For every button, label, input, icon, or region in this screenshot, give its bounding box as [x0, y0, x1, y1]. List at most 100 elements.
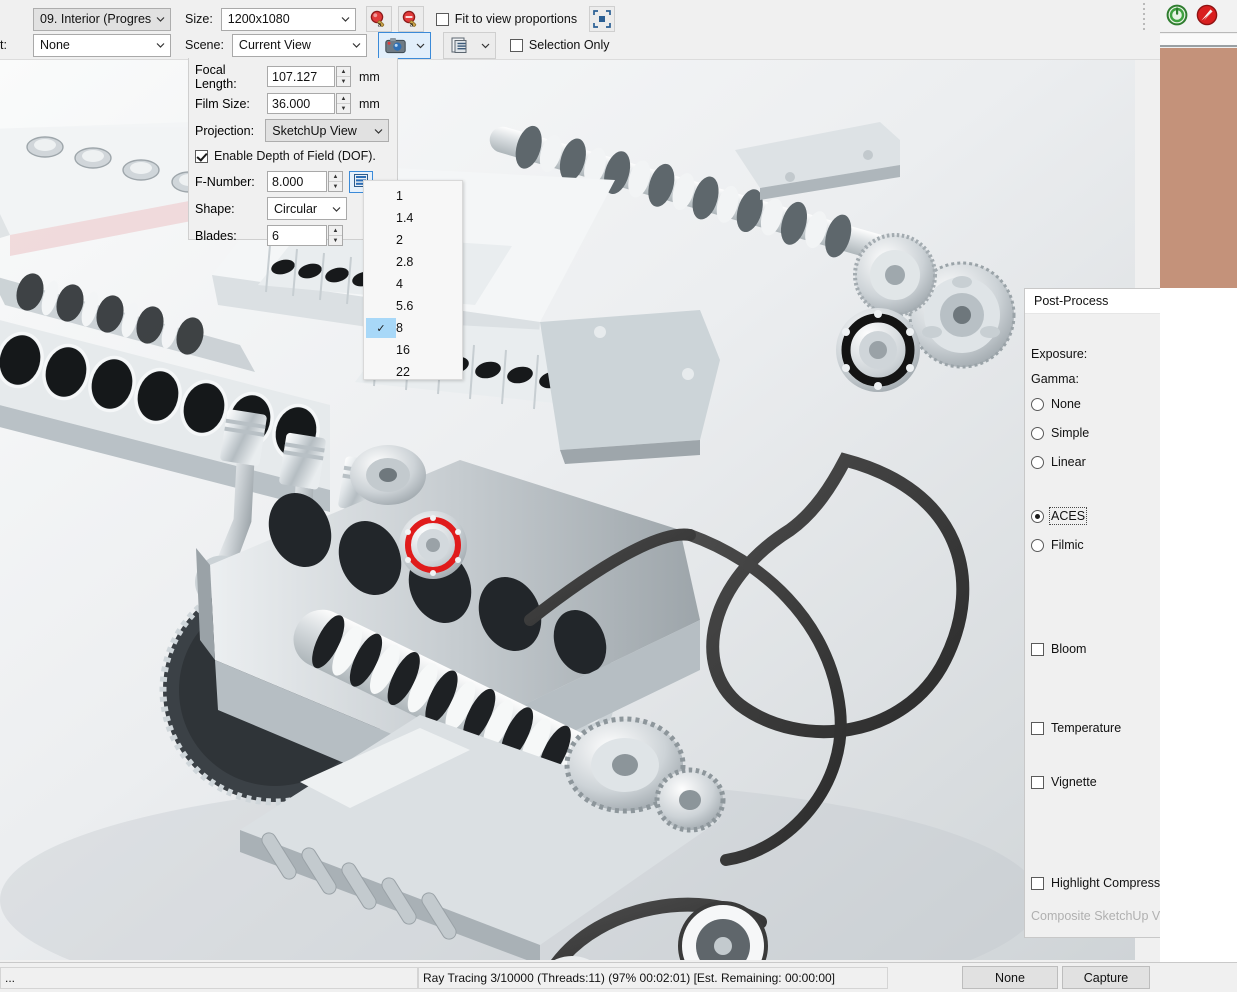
shape-value: Circular	[274, 201, 318, 216]
stepper-down-icon[interactable]: ▼	[329, 236, 342, 245]
highlight-compression-checkbox[interactable]: Highlight Compression	[1031, 876, 1177, 890]
rendered-image	[0, 60, 1135, 960]
render-toolbar: 09. Interior (Progres Size: 1200x1080 a	[0, 0, 1160, 60]
scene-label: Scene:	[185, 38, 224, 52]
selection-only-checkbox[interactable]: Selection Only	[509, 38, 610, 52]
blades-input[interactable]: 6	[267, 225, 327, 246]
radio-box	[1031, 397, 1044, 411]
svg-text:a: a	[378, 21, 382, 28]
projection-value: SketchUp View	[272, 123, 357, 138]
capture-button[interactable]: Capture	[1062, 966, 1150, 989]
checkbox-box	[509, 38, 523, 52]
option-marker	[366, 252, 396, 272]
bloom-checkbox[interactable]: Bloom	[1031, 642, 1086, 656]
projection-dropdown[interactable]: SketchUp View	[265, 119, 389, 142]
option-marker	[366, 230, 396, 250]
background-window-body	[1160, 288, 1237, 992]
shape-label: Shape:	[195, 201, 235, 216]
tonemap-radio-aces[interactable]: ACES	[1031, 507, 1088, 525]
channel-dropdown-value: None	[40, 38, 70, 52]
fit-to-view-checkbox[interactable]: Fit to view proportions	[435, 12, 577, 26]
fnumber-option[interactable]: 22	[364, 361, 462, 383]
stepper-up-icon[interactable]: ▲	[337, 94, 350, 104]
fnumber-option[interactable]: 16	[364, 339, 462, 361]
power-on-icon[interactable]	[1166, 4, 1188, 29]
projection-row: Projection: SketchUp View	[195, 118, 389, 143]
vignette-checkbox[interactable]: Vignette	[1031, 775, 1097, 789]
blades-row: Blades: 6 ▲ ▼	[195, 223, 389, 248]
fnumber-dropdown-list[interactable]: 1 1.4 2 2.8 4 5.6 ✓ 8 16 22	[363, 180, 463, 380]
render-camera-button[interactable]	[377, 31, 431, 59]
film-size-label: Film Size:	[195, 96, 250, 111]
stepper-down-icon[interactable]: ▼	[337, 77, 350, 86]
capture-label: Capture	[1083, 970, 1129, 985]
stepper-up-icon[interactable]: ▲	[337, 67, 350, 77]
fnumber-option-label: 22	[396, 365, 410, 379]
status-left-cell: ...	[0, 967, 418, 989]
status-post-process-button[interactable]: None	[962, 966, 1058, 989]
focal-length-input[interactable]: 107.127	[267, 66, 335, 87]
stepper-down-icon[interactable]: ▼	[329, 182, 342, 191]
fnumber-stepper[interactable]: ▲ ▼	[328, 171, 343, 192]
fnumber-input[interactable]: 8.000	[267, 171, 327, 192]
selection-only-label: Selection Only	[528, 38, 610, 52]
stop-render-icon[interactable]	[1196, 4, 1218, 29]
zoom-in-icon[interactable]: a	[365, 6, 392, 32]
fnumber-option[interactable]: 4	[364, 273, 462, 295]
tonemap-radio-simple[interactable]: Simple	[1031, 426, 1089, 440]
channel-dropdown[interactable]: None	[33, 33, 171, 57]
focal-length-unit: mm	[359, 69, 380, 84]
background-window-strip	[1160, 0, 1237, 992]
blades-stepper[interactable]: ▲ ▼	[328, 225, 343, 246]
fnumber-option[interactable]: 2	[364, 229, 462, 251]
render-progress-text: Ray Tracing 3/10000 (Threads:11) (97% 00…	[423, 971, 836, 985]
film-size-input[interactable]: 36.000	[267, 93, 335, 114]
status-bar: ... Ray Tracing 3/10000 (Threads:11) (97…	[0, 962, 1237, 992]
option-marker	[366, 208, 396, 228]
fnumber-value: 8.000	[272, 174, 304, 189]
batch-render-icon	[444, 33, 477, 58]
svg-text:a: a	[410, 21, 414, 28]
stepper-up-icon[interactable]: ▲	[329, 226, 342, 236]
film-size-stepper[interactable]: ▲ ▼	[336, 93, 351, 114]
tonemap-simple-label: Simple	[1051, 426, 1090, 440]
fnumber-option[interactable]: 1	[364, 185, 462, 207]
chevron-down-icon[interactable]	[412, 33, 430, 58]
fnumber-option-label: 5.6	[396, 299, 414, 313]
fnumber-option-label: 8	[396, 321, 403, 335]
batch-render-button[interactable]	[442, 31, 496, 59]
zoom-out-icon[interactable]: a	[397, 6, 424, 32]
render-viewport[interactable]	[0, 60, 1135, 960]
stepper-down-icon[interactable]: ▼	[337, 104, 350, 113]
check-icon: ✓	[366, 318, 396, 338]
shape-dropdown[interactable]: Circular	[267, 197, 347, 220]
region-select-icon[interactable]	[589, 6, 616, 32]
size-dropdown[interactable]: 1200x1080	[220, 7, 356, 31]
chevron-down-icon	[156, 41, 165, 50]
fnumber-option[interactable]: 2.8	[364, 251, 462, 273]
focal-length-value: 107.127	[272, 69, 318, 84]
film-size-row: Film Size: 36.000 ▲ ▼ mm	[195, 91, 389, 116]
fnumber-option-label: 4	[396, 277, 403, 291]
fnumber-option[interactable]: 1.4	[364, 207, 462, 229]
preset-dropdown[interactable]: 09. Interior (Progres	[33, 7, 171, 31]
shape-row: Shape: Circular	[195, 196, 389, 221]
stepper-up-icon[interactable]: ▲	[329, 172, 342, 182]
radio-box	[1031, 538, 1044, 552]
scene-dropdown[interactable]: Current View	[231, 33, 367, 57]
enable-dof-checkbox[interactable]: Enable Depth of Field (DOF).	[195, 149, 376, 163]
camera-icon	[379, 33, 412, 58]
option-marker	[366, 362, 396, 382]
film-size-unit: mm	[359, 96, 380, 111]
tonemap-radio-none[interactable]: None	[1031, 397, 1081, 411]
tonemap-none-label: None	[1051, 397, 1081, 411]
tonemap-radio-linear[interactable]: Linear	[1031, 455, 1086, 469]
fnumber-option[interactable]: 5.6	[364, 295, 462, 317]
temperature-checkbox[interactable]: Temperature	[1031, 721, 1121, 735]
fnumber-option-label: 2.8	[396, 255, 414, 269]
focal-length-row: Focal Length: 107.127 ▲ ▼ mm	[195, 63, 389, 91]
chevron-down-icon[interactable]	[477, 33, 495, 58]
tonemap-radio-filmic[interactable]: Filmic	[1031, 538, 1084, 552]
focal-length-stepper[interactable]: ▲ ▼	[336, 66, 351, 87]
fnumber-option[interactable]: ✓ 8	[364, 317, 462, 339]
